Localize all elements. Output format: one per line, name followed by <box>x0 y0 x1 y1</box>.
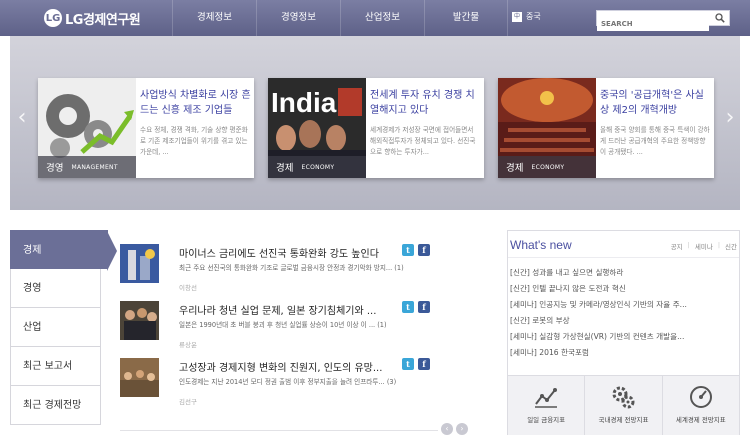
list-item[interactable]: [신간] 인텔 끝나지 않은 도전과 혁신 <box>510 283 738 299</box>
article-author: 이창선 <box>179 284 197 292</box>
main-nav: 경제정보 경영정보 산업정보 발간물 <box>172 0 508 36</box>
site-logo[interactable]: LG LG경제연구원 <box>44 9 141 28</box>
quick-link-daily-finance[interactable]: 일일 금융지표 <box>508 376 586 435</box>
lang-china-link[interactable]: 中 중국 <box>512 11 541 22</box>
filter-seminar[interactable]: 세미나 <box>695 241 713 251</box>
article-title[interactable]: 우리나라 청년 실업 문제, 일본 장기침체기와 ... <box>179 302 376 317</box>
list-item[interactable]: [세미나] 인공지능 및 카메라/영상인식 기반의 자율 주... <box>510 299 738 315</box>
facebook-icon[interactable]: f <box>418 244 430 256</box>
whats-new-list: [신간] 성과를 내고 싶으면 실행하라 [신간] 인텔 끝나지 않은 도전과 … <box>510 267 738 363</box>
card-category: 경제 ECONOMY <box>498 156 596 178</box>
list-item[interactable]: [신간] 성과를 내고 싶으면 실행하라 <box>510 267 738 283</box>
twitter-icon[interactable]: t <box>402 244 414 256</box>
search-icon[interactable] <box>715 13 725 23</box>
filter-separator: | <box>717 241 721 249</box>
featured-card[interactable]: 경제 ECONOMY 중국의 '공급개혁'은 사실상 제2의 개혁개방 올해 중… <box>498 78 714 178</box>
line-chart-icon <box>535 388 558 408</box>
gauge-icon <box>689 386 712 408</box>
whats-new-title: What's new <box>510 238 572 252</box>
card-category-ko: 경제 <box>276 163 294 174</box>
article-title[interactable]: 마이너스 금리에도 선진국 통화완화 강도 높인다 <box>179 245 379 260</box>
divider <box>120 430 438 431</box>
next-page-icon[interactable]: › <box>456 423 468 435</box>
quick-link-domestic-outlook[interactable]: 국내경제 전망지표 <box>585 376 663 435</box>
card-title[interactable]: 중국의 '공급개혁'은 사실상 제2의 개혁개방 <box>600 88 712 118</box>
list-item: 마이너스 금리에도 선진국 통화완화 강도 높인다 t f 최근 주요 선진국의… <box>120 238 485 295</box>
tab-management[interactable]: 경영 <box>10 269 101 308</box>
filter-separator: | <box>687 241 690 249</box>
quick-link-label: 국내경제 전망지표 <box>598 416 649 424</box>
top-header: LG LG경제연구원 경제정보 경영정보 산업정보 발간물 中 중국 <box>0 0 750 36</box>
article-desc: 인도경제는 지난 2014년 모디 정권 출범 이후 정부지출을 늘려 인프라투… <box>179 378 397 386</box>
featured-carousel: ‹ 경영 MANAGEMENT 사업방식 차별화로 시장 흔드는 신흥 제조 기… <box>10 36 740 210</box>
card-desc: 올해 중국 양회를 통해 중국 특색이 강하게 드러난 공급개혁의 주요한 정책… <box>600 126 710 156</box>
tab-industry[interactable]: 산업 <box>10 308 101 347</box>
tab-recent-outlook[interactable]: 최근 경제전망 <box>10 386 101 425</box>
logo-text: LG경제연구원 <box>65 12 141 28</box>
nav-economy-info[interactable]: 경제정보 <box>172 0 256 36</box>
article-list: 마이너스 금리에도 선진국 통화완화 강도 높인다 t f 최근 주요 선진국의… <box>120 238 485 409</box>
card-title[interactable]: 전세계 투자 유치 경쟁 치열해지고 있다 <box>370 88 482 118</box>
filter-notice[interactable]: 공지 <box>671 241 683 251</box>
article-title[interactable]: 고성장과 경제지형 변화의 진원지, 인도의 유망... <box>179 359 382 374</box>
article-thumbnail[interactable] <box>120 358 159 397</box>
nav-management-info[interactable]: 경영정보 <box>256 0 340 36</box>
article-author: 김선구 <box>179 398 197 406</box>
list-item[interactable]: [세미나] 2016 한국포럼 <box>510 347 738 363</box>
tab-recent-reports[interactable]: 최근 보고서 <box>10 347 101 386</box>
category-tabs: 경제 경영 산업 최근 보고서 최근 경제전망 <box>10 230 117 425</box>
card-title[interactable]: 사업방식 차별화로 시장 흔드는 신흥 제조 기업들 <box>140 88 252 118</box>
card-category: 경제 ECONOMY <box>268 156 366 178</box>
carousel-prev-icon[interactable]: ‹ <box>14 104 30 132</box>
search-input[interactable] <box>597 17 709 31</box>
quick-link-world-outlook[interactable]: 세계경제 전망지표 <box>663 376 739 435</box>
card-desc: 세계경제가 저성장 국면에 접어들면서 해외직접투자가 정체되고 있다. 선진국… <box>370 126 476 156</box>
quick-link-label: 세계경제 전망지표 <box>675 416 726 424</box>
article-desc: 최근 주요 선진국의 통화완화 기조로 글로벌 금융시장 안정과 경기악화 방지… <box>179 264 404 272</box>
card-category-ko: 경영 <box>46 163 64 174</box>
twitter-icon[interactable]: t <box>402 301 414 313</box>
search-box <box>596 10 730 31</box>
list-item[interactable]: [세미나] 실감형 가상현실(VR) 기반의 컨텐츠 개발을... <box>510 331 738 347</box>
list-item: 우리나라 청년 실업 문제, 일본 장기침체기와 ... t f 일본은 199… <box>120 295 485 352</box>
featured-card[interactable]: 경영 MANAGEMENT 사업방식 차별화로 시장 흔드는 신흥 제조 기업들… <box>38 78 254 178</box>
lang-label: 중국 <box>526 12 541 21</box>
prev-page-icon[interactable]: ‹ <box>441 423 453 435</box>
article-pager: ‹ › <box>441 423 471 435</box>
list-item: 고성장과 경제지형 변화의 진원지, 인도의 유망... t f 인도경제는 지… <box>120 352 485 409</box>
card-category-en: ECONOMY <box>301 163 335 171</box>
facebook-icon[interactable]: f <box>418 358 430 370</box>
card-category: 경영 MANAGEMENT <box>38 156 136 178</box>
nav-publications[interactable]: 발간물 <box>424 0 508 36</box>
logo-mark-icon: LG <box>44 9 62 27</box>
facebook-icon[interactable]: f <box>418 301 430 313</box>
article-author: 류상윤 <box>179 341 197 349</box>
twitter-icon[interactable]: t <box>402 358 414 370</box>
divider <box>508 257 739 258</box>
article-desc: 일본은 1990년대 초 버블 붕괴 후 청년 실업률 상승이 10년 이상 이… <box>179 321 387 329</box>
filter-new-book[interactable]: 신간 <box>725 241 737 251</box>
carousel-next-icon[interactable]: › <box>722 104 738 132</box>
whats-new-panel: What's new 공지 | 세미나 | 신간 [신간] 성과를 내고 싶으면… <box>507 230 740 435</box>
gears-icon <box>612 386 635 409</box>
article-thumbnail[interactable] <box>120 244 159 283</box>
card-desc: 수요 정체, 경쟁 격화, 기술 상향 평준화로 기존 제조기업들이 위기를 겪… <box>140 126 248 156</box>
nav-industry-info[interactable]: 산업정보 <box>340 0 424 36</box>
card-image-text: India <box>271 87 337 118</box>
china-flag-icon: 中 <box>512 11 522 22</box>
article-thumbnail[interactable] <box>120 301 159 340</box>
card-category-en: ECONOMY <box>531 163 565 171</box>
whats-new-filters: 공지 | 세미나 | 신간 <box>666 241 737 251</box>
card-category-en: MANAGEMENT <box>71 163 118 171</box>
card-category-ko: 경제 <box>506 163 524 174</box>
tab-economy[interactable]: 경제 <box>10 230 117 271</box>
quick-links: 일일 금융지표 국내경제 전망지표 세계경제 전망지표 <box>508 375 739 435</box>
featured-card[interactable]: India 경제 ECONOMY 전세계 투자 유치 경쟁 치열해지고 있다 세… <box>268 78 484 178</box>
quick-link-label: 일일 금융지표 <box>527 416 566 424</box>
list-item[interactable]: [신간] 로봇의 부상 <box>510 315 738 331</box>
